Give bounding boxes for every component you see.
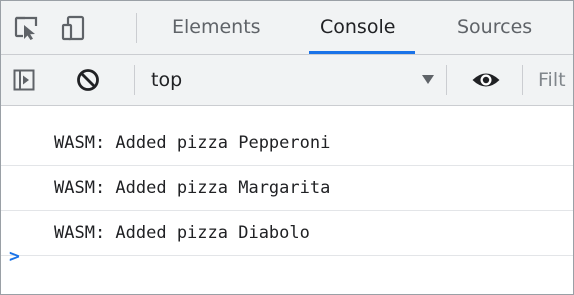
console-message-text: WASM: Added pizza Pepperoni (54, 133, 331, 153)
inspect-element-icon[interactable] (13, 15, 39, 41)
console-message: WASM: Added pizza Margarita (1, 166, 573, 211)
tab-console[interactable]: Console (320, 1, 395, 54)
filter-input[interactable]: Filt (538, 55, 566, 105)
execution-context-selector[interactable]: top (151, 55, 182, 105)
toolbar-divider-3 (522, 65, 523, 95)
devtools-tab-bar: Elements Console Sources (1, 1, 573, 55)
sidebar-toggle-icon[interactable] (13, 69, 35, 91)
console-message: WASM: Added pizza Pepperoni (1, 121, 573, 166)
console-message: WASM: Added pizza Diabolo (1, 211, 573, 256)
active-tab-indicator (309, 51, 415, 54)
console-message-text: WASM: Added pizza Diabolo (54, 223, 310, 243)
eye-icon[interactable] (471, 69, 501, 91)
console-prompt[interactable]: > (9, 246, 20, 268)
toolbar-divider-1 (134, 65, 135, 95)
tab-sources[interactable]: Sources (457, 1, 532, 54)
toolbar-divider-2 (446, 65, 447, 95)
tab-elements[interactable]: Elements (172, 1, 261, 54)
devtools-panel: Elements Console Sources top Filt WASM: … (0, 0, 574, 295)
console-message-text: WASM: Added pizza Margarita (54, 178, 331, 198)
tab-bar-divider (136, 13, 137, 43)
device-toolbar-icon[interactable] (61, 15, 87, 41)
clear-console-icon[interactable] (75, 67, 101, 93)
dropdown-caret-icon[interactable] (422, 75, 434, 84)
